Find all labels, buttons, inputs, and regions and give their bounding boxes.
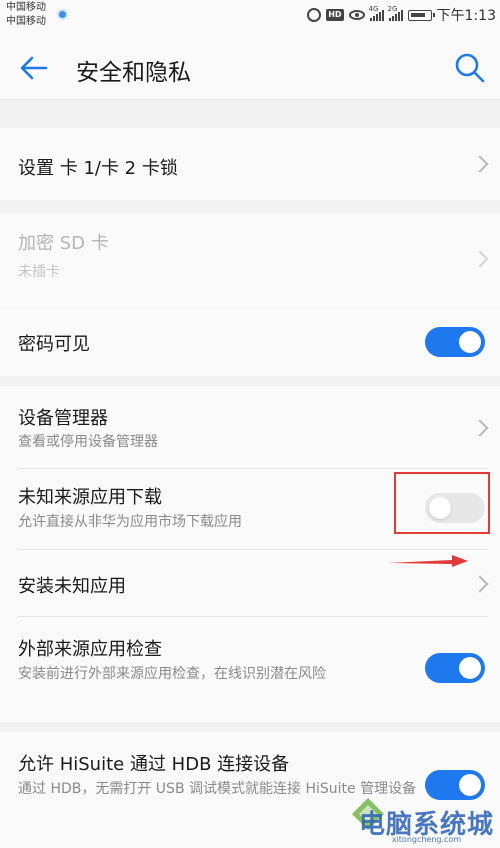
carrier-label-2: 中国移动 xyxy=(6,16,46,27)
encrypt-sd-sub: 未插卡 xyxy=(18,264,60,280)
sim-lock-row[interactable]: 设置 卡 1/卡 2 卡锁 xyxy=(0,128,500,200)
signal-4g-icon: 4G xyxy=(369,5,384,21)
toggle-knob xyxy=(459,657,481,679)
search-icon[interactable] xyxy=(454,52,486,84)
notification-badge-icon xyxy=(57,9,68,20)
encrypt-sd-label: 加密 SD 卡 xyxy=(18,233,109,254)
install-unknown-label: 安装未知应用 xyxy=(18,576,126,597)
chevron-right-icon xyxy=(471,419,489,437)
chevron-right-icon xyxy=(471,155,489,173)
device-admin-row[interactable]: 设备管理器 查看或停用设备管理器 xyxy=(0,386,500,468)
hisuite-toggle[interactable] xyxy=(425,770,485,800)
password-visible-row[interactable]: 密码可见 xyxy=(0,308,500,376)
carrier-label-1: 中国移动 xyxy=(6,2,46,13)
external-check-sub: 安装前进行外部来源应用检查，在线识别潜在风险 xyxy=(18,666,326,682)
page-title: 安全和隐私 xyxy=(76,60,191,86)
hisuite-label: 允许 HiSuite 通过 HDB 连接设备 xyxy=(18,754,290,775)
unknown-sources-sub: 允许直接从非华为应用市场下载应用 xyxy=(18,514,242,530)
status-icons: HD 4G 2G 下午1:13 xyxy=(307,5,496,24)
status-bar: 中国移动 中国移动 HD 4G 2G 下午1:13 xyxy=(0,0,500,38)
password-visible-label: 密码可见 xyxy=(18,334,90,355)
annotation-arrow-icon xyxy=(388,555,468,567)
hd-icon: HD xyxy=(326,9,344,21)
external-check-label: 外部来源应用检查 xyxy=(18,639,162,660)
external-check-row[interactable]: 外部来源应用检查 安装前进行外部来源应用检查，在线识别潜在风险 xyxy=(0,617,500,722)
status-time: 下午1:13 xyxy=(436,8,496,24)
annotation-highlight-box xyxy=(394,472,490,534)
unknown-sources-label: 未知来源应用下载 xyxy=(18,487,162,508)
password-visible-toggle[interactable] xyxy=(425,327,485,357)
device-admin-sub: 查看或停用设备管理器 xyxy=(18,434,158,450)
settings-card-sim: 设置 卡 1/卡 2 卡锁 xyxy=(0,128,500,200)
encrypt-sd-row: 加密 SD 卡 未插卡 xyxy=(0,213,500,307)
toggle-knob xyxy=(459,331,481,353)
chevron-right-icon xyxy=(471,575,489,593)
battery-icon xyxy=(407,9,435,21)
chevron-right-icon xyxy=(471,250,489,268)
eye-comfort-icon xyxy=(348,10,365,20)
toggle-knob xyxy=(459,774,481,796)
device-admin-label: 设备管理器 xyxy=(18,408,108,429)
back-arrow-icon[interactable] xyxy=(18,52,50,84)
alarm-icon xyxy=(307,8,322,22)
watermark: 电脑系统城 xitongcheng.com xyxy=(359,804,494,844)
settings-card-sd: 加密 SD 卡 未插卡 xyxy=(0,213,500,307)
sim-lock-label: 设置 卡 1/卡 2 卡锁 xyxy=(18,158,178,179)
external-check-toggle[interactable] xyxy=(425,653,485,683)
app-bar: 安全和隐私 xyxy=(0,38,500,100)
signal-2g-icon: 2G xyxy=(388,5,403,21)
settings-card-password: 密码可见 xyxy=(0,308,500,376)
